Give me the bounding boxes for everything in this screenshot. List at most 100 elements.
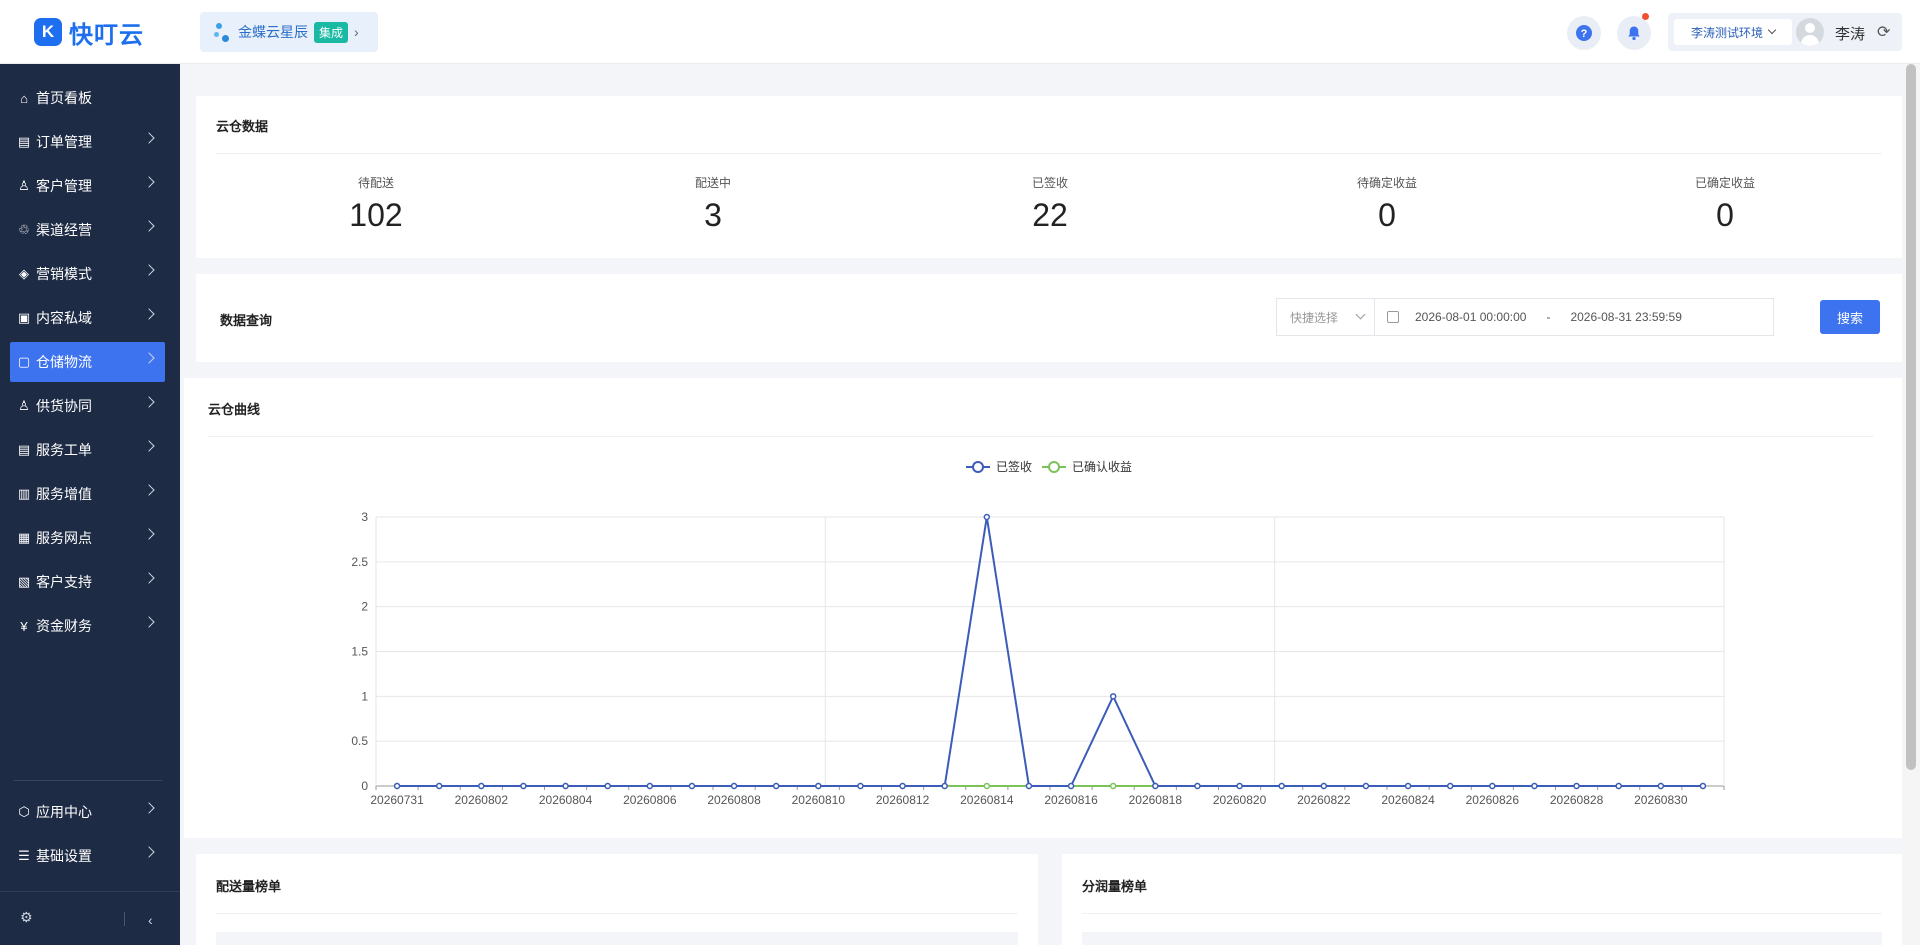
user-area: 李涛测试环境 李涛 ⟳ <box>1668 13 1902 51</box>
environment-select[interactable]: 李涛测试环境 <box>1674 19 1792 45</box>
data-point <box>1278 782 1285 790</box>
stat-label: 配送中 <box>694 176 731 190</box>
sidebar-item-0[interactable]: ⌂ 首页看板 <box>10 78 165 118</box>
sidebar-item-icon: ♲ <box>18 222 30 237</box>
data-point <box>857 782 864 790</box>
line-chart: 0 0.5 1 1.5 2 2.5 3 20260731 20260802 20260804 202… <box>351 459 1725 807</box>
chevron-right-icon <box>143 264 155 276</box>
data-point <box>1320 782 1328 790</box>
y-tick-label: 1 <box>361 689 368 703</box>
data-point <box>772 782 780 790</box>
chevron-right-icon <box>143 616 155 628</box>
sidebar-item-1[interactable]: ▤ 订单管理 <box>10 122 165 162</box>
data-point <box>1573 782 1580 790</box>
sidebar-item-8[interactable]: ▤ 服务工单 <box>10 430 165 470</box>
chevron-right-icon <box>143 220 155 232</box>
chevron-right-icon <box>143 132 155 144</box>
sidebar-item-label: 内容私域 <box>36 310 92 326</box>
chevron-right-icon <box>143 396 155 408</box>
notification-button[interactable] <box>1617 13 1651 50</box>
x-tick-label: 20260824 <box>1381 793 1435 807</box>
chevron-right-icon <box>143 802 155 814</box>
bell-icon <box>1628 26 1640 41</box>
delivery-rank-title: 配送量榜单 <box>216 879 282 894</box>
rank-table-header <box>1082 932 1882 945</box>
data-point <box>899 782 906 790</box>
data-point <box>1446 782 1454 790</box>
data-query-card: 数据查询 快捷选择 2026-08-01 00:00:00 - 2026-08-… <box>196 274 1902 362</box>
date-range-picker[interactable]: 2026-08-01 00:00:00 - 2026-08-31 23:59:5… <box>1374 298 1774 336</box>
search-button[interactable]: 搜索 <box>1820 300 1880 334</box>
card-divider <box>216 153 1882 154</box>
chevron-down-icon <box>1767 25 1777 35</box>
x-tick-label: 20260818 <box>1129 793 1183 807</box>
chevron-right-icon <box>143 484 155 496</box>
kingdee-name: 金蝶云星辰 <box>238 24 308 40</box>
sidebar-item-4[interactable]: ◈ 营销模式 <box>10 254 165 294</box>
sidebar-item-label: 服务网点 <box>36 530 92 546</box>
stat-label: 已确定收益 <box>1694 176 1755 190</box>
logo-mark-icon: K <box>34 18 62 46</box>
x-tick-label: 20260802 <box>455 793 509 807</box>
rank-table-header <box>216 932 1018 945</box>
sidebar-item-9[interactable]: ▥ 服务增值 <box>10 474 165 514</box>
chevron-right-icon <box>143 440 155 452</box>
stat-item: 已确定收益 0 <box>1645 174 1805 234</box>
legend-label: 已签收 <box>996 459 1032 474</box>
sidebar-item-label: 订单管理 <box>36 134 92 150</box>
top-header: K 快叮云 金蝶云星辰 集成 › ? 李涛测试环境 李涛 ⟳ <box>0 0 1920 64</box>
page-scrollbar[interactable] <box>1902 64 1920 945</box>
y-tick-label: 0.5 <box>351 734 368 748</box>
sidebar-item-icon: ▦ <box>17 530 31 545</box>
y-tick-label: 3 <box>361 510 368 524</box>
user-name[interactable]: 李涛 <box>1835 23 1865 44</box>
chevron-right-icon <box>143 572 155 584</box>
data-point <box>478 782 485 790</box>
stat-label: 已签收 <box>1031 176 1068 190</box>
kingdee-integration-badge[interactable]: 金蝶云星辰 集成 › <box>200 12 378 52</box>
x-tick-label: 20260812 <box>876 793 930 807</box>
data-point <box>1109 782 1117 790</box>
stat-label: 待确定收益 <box>1356 176 1417 190</box>
collapse-sidebar-icon[interactable]: ‹ <box>148 912 153 928</box>
settings-gear-icon[interactable]: ⚙ <box>20 909 33 926</box>
data-point <box>1152 782 1159 790</box>
avatar[interactable] <box>1796 18 1824 46</box>
sidebar-item-5[interactable]: ▣ 内容私域 <box>10 298 165 338</box>
data-point <box>941 782 948 790</box>
sidebar-item-icon: ▥ <box>17 486 31 501</box>
cloud-data-card: 云仓数据 待配送 102 配送中 3 已签收 22 待确定收益 0 已确定收益 0 <box>196 96 1902 258</box>
range-start-input[interactable]: 2026-08-01 00:00:00 <box>1415 310 1526 324</box>
sidebar-item-icon: ▤ <box>17 134 31 149</box>
y-tick-label: 1.5 <box>351 645 368 659</box>
stat-value: 3 <box>704 197 722 233</box>
sidebar-item-7[interactable]: ♙ 供货协同 <box>10 386 165 426</box>
sidebar-item-6[interactable]: ▢ 仓储物流 <box>10 342 165 382</box>
sidebar-item-2[interactable]: ♙ 客户管理 <box>10 166 165 206</box>
data-point <box>1699 782 1707 790</box>
sidebar-item-label: 应用中心 <box>36 804 92 820</box>
chevron-right-icon <box>143 176 155 188</box>
sidebar-bottom-item-1[interactable]: ☰ 基础设置 <box>10 836 165 876</box>
quick-select-dropdown[interactable]: 快捷选择 <box>1276 298 1374 336</box>
sidebar-item-12[interactable]: ¥ 资金财务 <box>10 606 165 646</box>
sidebar-item-10[interactable]: ▦ 服务网点 <box>10 518 165 558</box>
refresh-icon[interactable]: ⟳ <box>1877 22 1890 42</box>
sidebar-item-3[interactable]: ♲ 渠道经营 <box>10 210 165 250</box>
data-point <box>1657 782 1665 790</box>
help-button[interactable]: ? <box>1567 16 1601 50</box>
sidebar-item-icon: ⌂ <box>20 90 28 106</box>
profit-rank-card: 分润量榜单 <box>1062 854 1902 945</box>
sidebar-item-label: 基础设置 <box>36 848 92 864</box>
sidebar-bottom-item-0[interactable]: ⬡ 应用中心 <box>10 792 165 832</box>
sidebar-item-11[interactable]: ▧ 客户支持 <box>10 562 165 602</box>
sidebar-item-icon: ♙ <box>18 398 30 413</box>
range-end-input[interactable]: 2026-08-31 23:59:59 <box>1570 310 1681 324</box>
notification-dot <box>1642 13 1649 20</box>
stat-value: 102 <box>349 197 403 233</box>
sidebar-item-label: 仓储物流 <box>36 354 92 370</box>
logo[interactable]: K 快叮云 <box>34 16 144 49</box>
scrollbar-thumb[interactable] <box>1906 64 1916 770</box>
x-tick-label: 20260826 <box>1466 793 1520 807</box>
quick-select-placeholder: 快捷选择 <box>1290 310 1339 325</box>
